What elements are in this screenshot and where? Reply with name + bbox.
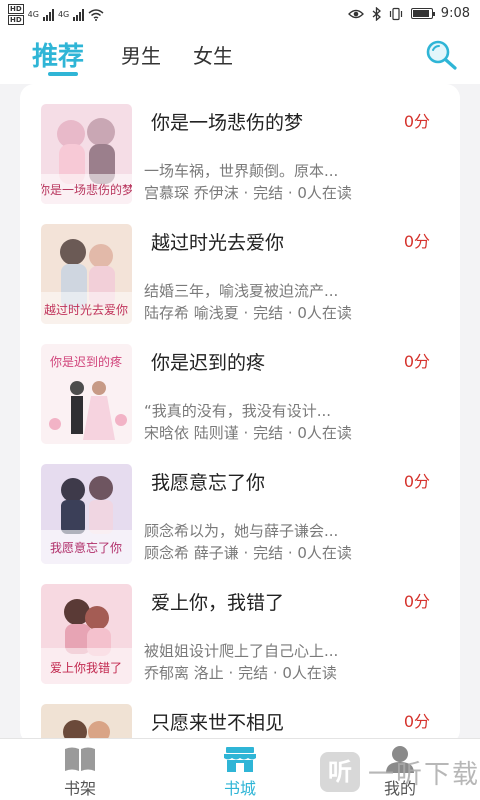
book-meta: 乔郁离 洛止 · 完结 · 0人在读	[144, 664, 337, 682]
tab-male[interactable]: 男生	[121, 40, 161, 69]
book-item[interactable]: 你是一场悲伤的梦 你是一场悲伤的梦 0分 一场车祸，世界颠倒。原本... 宫慕琛…	[20, 84, 460, 204]
cover-title: 爱上你我错了	[50, 661, 122, 675]
book-title[interactable]: 我愿意忘了你	[151, 468, 265, 495]
status-bar: HD HD 4G 4G 9:08	[0, 0, 480, 30]
book-list-card: 你是一场悲伤的梦 你是一场悲伤的梦 0分 一场车祸，世界颠倒。原本... 宫慕琛…	[20, 84, 460, 744]
book-item[interactable]: 越过时光去爱你 越过时光去爱你 0分 结婚三年，喻浅夏被迫流产... 陆存希 喻…	[20, 204, 460, 324]
active-tab-indicator	[48, 72, 78, 76]
status-time: 9:08	[440, 6, 470, 21]
book-title[interactable]: 爱上你，我错了	[151, 588, 284, 615]
book-cover[interactable]: 爱上你我错了	[41, 584, 132, 684]
store-icon	[224, 747, 256, 772]
signal-2-icon	[73, 8, 85, 21]
tab-female[interactable]: 女生	[193, 40, 233, 69]
book-icon	[65, 747, 95, 771]
eye-icon	[347, 9, 364, 18]
book-cover[interactable]: 越过时光去爱你	[41, 224, 132, 324]
sim-indicator: HD HD	[8, 4, 24, 25]
book-meta: 宫慕琛 乔伊沫 · 完结 · 0人在读	[144, 184, 352, 202]
book-description: 被姐姐设计爬上了自己心上...	[144, 642, 339, 660]
tab-recommend[interactable]: 推荐	[32, 36, 84, 73]
book-item[interactable]: 爱上你我错了 爱上你，我错了 0分 被姐姐设计爬上了自己心上... 乔郁离 洛止…	[20, 564, 460, 684]
cover-title: 你是迟到的疼	[50, 354, 122, 369]
book-score: 0分	[403, 232, 430, 251]
book-cover[interactable]: 我愿意忘了你	[41, 464, 132, 564]
book-title[interactable]: 越过时光去爱你	[151, 228, 284, 255]
vibrate-icon	[389, 7, 402, 20]
sim-1-label: HD	[8, 4, 24, 14]
nav-bookshelf-label: 书架	[63, 779, 96, 798]
cover-title: 你是一场悲伤的梦	[41, 182, 132, 197]
nav-bookstore-label: 书城	[223, 779, 256, 798]
book-title[interactable]: 你是一场悲伤的梦	[151, 108, 303, 135]
watermark-logo: 听	[320, 752, 360, 792]
signal-1-icon	[42, 8, 54, 21]
status-bar-left: HD HD 4G 4G	[8, 4, 104, 25]
nav-bookshelf[interactable]: 书架	[40, 745, 120, 799]
book-cover[interactable]: 你是一场悲伤的梦	[41, 104, 132, 204]
book-title[interactable]: 只愿来世不相见	[151, 708, 284, 735]
book-meta: 宋晗依 陆则谨 · 完结 · 0人在读	[144, 424, 352, 442]
book-cover[interactable]: 你是迟到的疼	[41, 344, 132, 444]
book-description: 顾念希以为，她与薛子谦会...	[144, 522, 339, 540]
cover-title: 我愿意忘了你	[50, 540, 122, 555]
book-description: “我真的没有，我没有设计...	[144, 402, 332, 420]
network-1-label: 4G	[27, 9, 39, 19]
book-item[interactable]: 只愿来世不相见 0分	[20, 684, 460, 744]
book-title[interactable]: 你是迟到的疼	[151, 348, 265, 375]
book-meta: 陆存希 喻浅夏 · 完结 · 0人在读	[144, 304, 352, 322]
sim-2-label: HD	[8, 15, 24, 25]
book-meta: 顾念希 薛子谦 · 完结 · 0人在读	[144, 544, 352, 562]
book-item[interactable]: 我愿意忘了你 我愿意忘了你 0分 顾念希以为，她与薛子谦会... 顾念希 薛子谦…	[20, 444, 460, 564]
book-item[interactable]: 你是迟到的疼 你是迟到的疼 0分 “我真的没有，我没有设计... 宋晗依 陆则谨…	[20, 324, 460, 444]
book-description: 结婚三年，喻浅夏被迫流产...	[144, 282, 339, 300]
book-description: 一场车祸，世界颠倒。原本...	[144, 162, 339, 180]
search-icon	[426, 40, 457, 70]
cover-title: 越过时光去爱你	[44, 303, 128, 317]
network-2-label: 4G	[57, 9, 70, 19]
battery-icon	[410, 8, 435, 19]
bluetooth-icon	[372, 6, 381, 21]
book-score: 0分	[403, 472, 430, 491]
top-tab-bar: 推荐 男生 女生	[0, 30, 480, 84]
book-score: 0分	[403, 592, 430, 611]
book-score: 0分	[403, 112, 430, 131]
search-button[interactable]	[424, 38, 458, 72]
book-score: 0分	[403, 712, 430, 731]
watermark-text: 一听下载	[368, 759, 480, 790]
watermark: 听 一听下载	[320, 752, 480, 792]
nav-bookstore[interactable]: 书城	[200, 745, 280, 799]
status-bar-right: 9:08	[347, 6, 470, 21]
book-score: 0分	[403, 352, 430, 371]
wifi-icon	[88, 8, 104, 21]
